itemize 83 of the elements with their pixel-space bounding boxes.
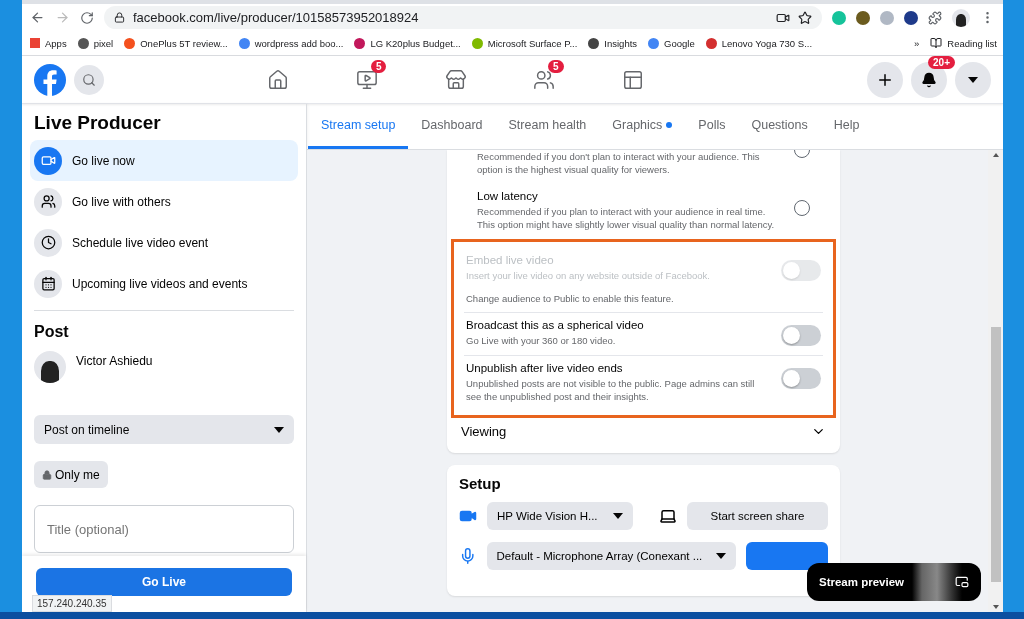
bookmark-link[interactable]: LG K20plus Budget... xyxy=(370,37,461,49)
stream-preview[interactable]: Stream preview xyxy=(807,563,981,601)
card-title: Setup xyxy=(459,475,502,492)
nav-tab[interactable]: 5 xyxy=(322,57,412,102)
nav-tab[interactable]: 5 xyxy=(499,57,589,102)
sidebar-item[interactable]: Go live with others xyxy=(30,181,298,222)
bookmark-link[interactable]: wordpress add boo... xyxy=(254,37,344,49)
sidebar-item[interactable]: Upcoming live videos and events xyxy=(30,263,298,304)
bookmark-link[interactable]: Lenovo Yoga 730 S... xyxy=(721,37,813,49)
setting-title: Embed live video xyxy=(466,254,555,266)
extension-icon[interactable] xyxy=(904,10,918,25)
count-badge: 5 xyxy=(548,59,564,73)
setting-note: Change audience to Public to enable this feature. xyxy=(466,293,675,304)
setting-description: Go Live with your 360 or 180 video. xyxy=(466,334,617,347)
video-screen-icon xyxy=(355,68,378,91)
extensions-icon[interactable] xyxy=(928,10,942,25)
option-description: Recommended if you plan to interact with your audience in real time. This option might have slightly lower visual quality than normal latency. xyxy=(477,205,776,231)
option-description: Recommended if you don't plan to interact with your audience. This option is the highest visual quality for viewers. xyxy=(477,150,761,176)
people-icon xyxy=(40,194,56,209)
audience-button[interactable]: Only me xyxy=(34,461,108,488)
reading-list-link[interactable]: Reading list xyxy=(947,37,997,49)
scrollbar[interactable] xyxy=(988,150,1003,612)
search-button[interactable] xyxy=(74,64,104,95)
facebook-logo[interactable] xyxy=(34,63,66,96)
user-name: Victor Ashiedu xyxy=(76,354,153,368)
laptop-icon xyxy=(659,507,677,525)
back-icon[interactable] xyxy=(30,10,45,25)
bookmark-link[interactable]: OnePlus 5T review... xyxy=(140,37,228,49)
viewing-row[interactable]: Viewing xyxy=(459,418,828,439)
bookmark-link[interactable]: Apps xyxy=(45,37,67,49)
tab[interactable]: Dashboard xyxy=(408,104,496,149)
sidebar-item[interactable]: Go live now xyxy=(30,140,298,181)
toggle-switch[interactable] xyxy=(781,325,821,346)
go-live-button[interactable]: Go Live xyxy=(36,568,292,596)
tab[interactable]: Questions xyxy=(738,104,821,149)
account-menu-button[interactable] xyxy=(955,61,991,98)
video-camera-icon xyxy=(40,153,56,168)
profile-avatar[interactable] xyxy=(952,8,970,27)
address-bar[interactable]: facebook.com/live/producer/10158573952018924 xyxy=(104,6,822,29)
extension-icon[interactable] xyxy=(856,10,870,25)
setting-title: Broadcast this as a spherical video xyxy=(466,319,645,331)
post-destination-dropdown[interactable]: Post on timeline xyxy=(34,415,294,444)
search-icon xyxy=(82,72,96,87)
panel-icon xyxy=(621,68,644,91)
status-url: 157.240.240.35 xyxy=(32,595,112,612)
home-icon xyxy=(267,68,290,91)
bell-icon xyxy=(921,71,937,88)
section-heading: Post xyxy=(34,323,70,341)
clock-icon xyxy=(40,235,56,250)
count-badge: 5 xyxy=(370,59,387,73)
bookmark-link[interactable]: pixel xyxy=(93,37,114,49)
microphone-dropdown[interactable]: Default - Microphone Array (Conexant ... xyxy=(486,542,736,570)
tab[interactable]: Graphics xyxy=(599,104,686,149)
reading-list-icon xyxy=(930,37,943,49)
tab[interactable]: Polls xyxy=(685,104,739,149)
user-avatar xyxy=(34,351,66,383)
sidebar-title: Live Producer xyxy=(34,112,162,134)
people-icon xyxy=(533,68,556,91)
setting-title: Unpublish after live video ends xyxy=(466,362,624,374)
camera-dropdown[interactable]: HP Wide Vision H... xyxy=(487,502,633,530)
microphone-icon xyxy=(459,547,477,565)
lock-icon xyxy=(114,12,125,23)
reload-icon[interactable] xyxy=(80,10,94,25)
title-field[interactable]: Title (optional) xyxy=(34,505,294,553)
tab[interactable]: Stream health xyxy=(495,104,600,149)
option-title: Low latency xyxy=(477,190,539,202)
more-bookmarks-button[interactable]: » xyxy=(914,37,920,49)
create-button[interactable] xyxy=(867,61,903,98)
tab[interactable]: Help xyxy=(820,104,873,149)
setting-description: Unpublished posts are not visible to the public. Page admins can still see the unpublished post and their insights. xyxy=(466,377,756,403)
picture-in-picture-icon xyxy=(955,575,969,589)
screen-share-button[interactable]: Start screen share xyxy=(687,502,828,530)
star-icon[interactable] xyxy=(798,10,812,25)
sidebar-item[interactable]: Schedule live video event xyxy=(30,222,298,263)
store-icon xyxy=(444,68,467,91)
action-button[interactable] xyxy=(746,542,828,570)
bookmark-link[interactable]: Insights xyxy=(604,37,638,49)
lock-icon xyxy=(42,469,52,480)
bookmark-link[interactable]: Google xyxy=(664,37,695,49)
toggle-switch[interactable] xyxy=(781,368,821,389)
calendar-icon xyxy=(40,276,56,291)
url-text: facebook.com/live/producer/10158573952018924 xyxy=(133,10,420,25)
bookmark-link[interactable]: Microsoft Surface P... xyxy=(487,37,578,49)
